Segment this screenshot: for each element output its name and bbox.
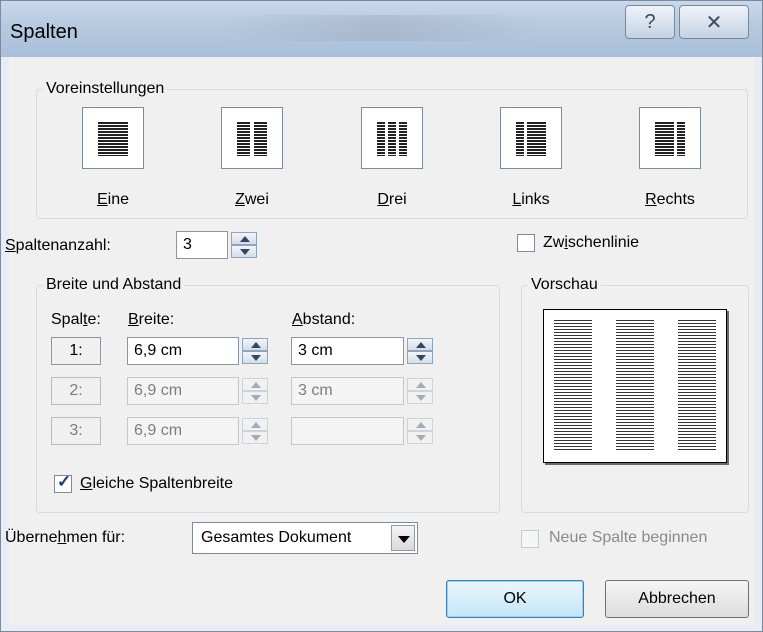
new-column-label: Neue Spalte beginnen <box>549 529 708 546</box>
column-count-spinner[interactable] <box>231 232 257 258</box>
column-3-spacing-input <box>291 417 404 445</box>
column-2-spacing-spinner <box>407 378 433 404</box>
separator-line-label[interactable]: Zwischenlinie <box>543 234 639 252</box>
columns-dialog: Spalten ? ✕ Voreinstellungen Eine Zwei D… <box>0 0 763 632</box>
preset-one-label[interactable]: Eine <box>63 191 163 209</box>
column-number-3: 3: <box>51 417 101 445</box>
apply-to-label: Übernehmen für: <box>5 529 126 546</box>
checkmark-icon: ✓ <box>57 472 72 491</box>
presets-group-label: Voreinstellungen <box>43 80 168 98</box>
column-3-width-input: 6,9 cm <box>127 417 239 445</box>
preset-right-label[interactable]: Rechts <box>620 191 720 209</box>
dialog-title: Spalten <box>10 21 78 43</box>
preset-two-label[interactable]: Zwei <box>202 191 302 209</box>
column-1-spacing-input[interactable]: 3 cm <box>291 337 404 365</box>
equal-width-checkbox[interactable]: ✓ <box>54 472 72 493</box>
new-column-checkbox <box>521 530 539 548</box>
spin-down-icon <box>407 391 433 404</box>
spin-up-icon[interactable] <box>242 338 268 351</box>
preview-column <box>616 320 654 452</box>
column-2-width-input: 6,9 cm <box>127 377 239 405</box>
help-button[interactable]: ? <box>625 5 675 39</box>
column-2-spacing-input: 3 cm <box>291 377 404 405</box>
column-3-spacing-spinner <box>407 418 433 444</box>
spin-up-icon <box>407 378 433 391</box>
preset-three-icon[interactable] <box>361 107 423 169</box>
column-1-width-spinner[interactable] <box>242 338 268 364</box>
spin-down-icon[interactable] <box>231 245 257 258</box>
column-number-2: 2: <box>51 377 101 405</box>
preset-one-icon[interactable] <box>82 107 144 169</box>
apply-to-dropdown[interactable]: Gesamtes Dokument <box>192 522 418 554</box>
spin-down-icon <box>407 431 433 444</box>
column-2-width-spinner <box>242 378 268 404</box>
spin-down-icon[interactable] <box>407 351 433 364</box>
cancel-button[interactable]: Abbrechen <box>605 580 749 618</box>
preset-left-label[interactable]: Links <box>481 191 581 209</box>
close-button[interactable]: ✕ <box>679 5 749 39</box>
spin-up-icon[interactable] <box>407 338 433 351</box>
title-bar[interactable]: Spalten ? ✕ <box>1 1 762 57</box>
preview-column <box>554 320 592 452</box>
ok-button[interactable]: OK <box>446 580 584 618</box>
spin-up-icon[interactable] <box>231 232 257 245</box>
spin-up-icon <box>242 418 268 431</box>
spin-down-icon <box>242 391 268 404</box>
help-icon: ? <box>644 10 656 33</box>
width-header: Breite: <box>128 311 175 328</box>
apply-to-value: Gesamtes Dokument <box>201 529 352 546</box>
column-1-spacing-spinner[interactable] <box>407 338 433 364</box>
equal-width-label[interactable]: Gleiche Spaltenbreite <box>80 475 233 493</box>
preview-column <box>678 320 716 452</box>
spin-down-icon <box>242 431 268 444</box>
spin-up-icon <box>407 418 433 431</box>
preset-three-label[interactable]: Drei <box>342 191 442 209</box>
preset-right-icon[interactable] <box>639 107 701 169</box>
column-count-input[interactable]: 3 <box>176 231 228 259</box>
preview-page <box>543 309 727 463</box>
spin-down-icon[interactable] <box>242 351 268 364</box>
column-count-label: Spaltenanzahl: <box>5 237 111 254</box>
column-3-width-spinner <box>242 418 268 444</box>
chevron-down-icon[interactable] <box>391 525 415 551</box>
column-header: Spalte: <box>51 311 101 328</box>
column-1-width-input[interactable]: 6,9 cm <box>127 337 239 365</box>
spin-up-icon <box>242 378 268 391</box>
spacing-header: Abstand: <box>292 311 356 328</box>
separator-line-checkbox[interactable] <box>517 234 535 252</box>
preset-left-icon[interactable] <box>500 107 562 169</box>
close-icon: ✕ <box>705 11 723 34</box>
width-spacing-group-label: Breite und Abstand <box>43 276 185 294</box>
preset-two-icon[interactable] <box>221 107 283 169</box>
preview-group-label: Vorschau <box>528 276 601 294</box>
column-number-1: 1: <box>51 337 101 365</box>
